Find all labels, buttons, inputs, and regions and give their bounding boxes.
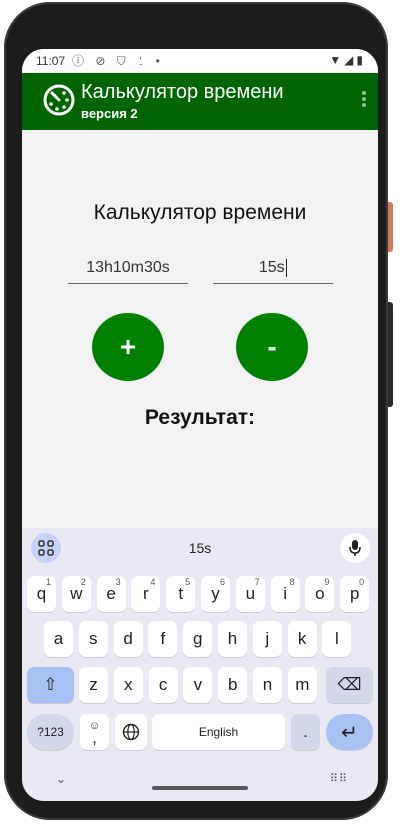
keyboard: 15s q1w2e3r4t5y6u7i8o9p0 asdfghjkl ⇧ ⌫ z…: [22, 528, 378, 801]
key-1[interactable]: x: [113, 667, 143, 703]
key-hint: 5: [185, 577, 191, 587]
globe-icon: [122, 723, 140, 741]
backspace-key[interactable]: ⌫: [326, 667, 373, 703]
status-bar: 11:07 ⓘ ⊘ ⛉ ⍘ • ▼◢▮: [22, 49, 378, 73]
app-subtitle: версия 2: [81, 106, 138, 121]
key-0[interactable]: q1: [27, 576, 56, 612]
key-label: o: [315, 584, 325, 603]
phone-frame: 11:07 ⓘ ⊘ ⛉ ⍘ • ▼◢▮ Калькулятор времени …: [4, 2, 393, 820]
key-hint: 2: [80, 577, 86, 587]
key-3[interactable]: r4: [131, 576, 161, 612]
key-hint: 9: [324, 577, 330, 587]
key-4[interactable]: t5: [166, 576, 196, 612]
key-hint: 7: [254, 577, 260, 587]
key-6[interactable]: j: [252, 621, 282, 657]
key-label: e: [106, 584, 116, 603]
time-input-2[interactable]: 15s: [213, 255, 333, 284]
key-label: y: [211, 584, 220, 603]
key-label: q: [36, 584, 47, 603]
key-hint: 0: [359, 577, 365, 587]
key-8[interactable]: l: [322, 621, 352, 657]
key-label: r: [143, 584, 149, 603]
key-2[interactable]: d: [113, 621, 143, 657]
key-8[interactable]: o9: [305, 576, 335, 612]
key-hint: 3: [115, 577, 121, 587]
shift-key[interactable]: ⇧: [27, 667, 74, 703]
system-icons: ▼◢▮: [329, 53, 366, 67]
key-2[interactable]: c: [148, 667, 178, 703]
key-hint: 8: [289, 577, 295, 587]
page-title: Калькулятор времени: [93, 201, 307, 224]
subtract-button[interactable]: -: [236, 313, 308, 381]
key-6[interactable]: m: [287, 667, 317, 703]
add-button[interactable]: +: [92, 313, 164, 381]
key-6[interactable]: u7: [235, 576, 265, 612]
key-label: i: [283, 584, 287, 603]
key-label: u: [245, 584, 256, 603]
overflow-menu-icon[interactable]: [360, 89, 368, 113]
key-4[interactable]: g: [183, 621, 213, 657]
period-key[interactable]: .: [291, 714, 320, 750]
key-7[interactable]: i8: [270, 576, 300, 612]
time-input-1[interactable]: 13h10m30s: [68, 255, 188, 284]
key-2[interactable]: e3: [96, 576, 126, 612]
hide-keyboard-icon[interactable]: ⌄: [56, 772, 66, 786]
status-time: 11:07: [36, 54, 66, 68]
key-5[interactable]: n: [253, 667, 282, 703]
key-9[interactable]: p0: [340, 576, 370, 612]
symbols-key[interactable]: ?123: [27, 714, 74, 750]
result-label: Результат:: [144, 406, 256, 429]
key-5[interactable]: y6: [201, 576, 230, 612]
key-hint: 4: [150, 577, 156, 587]
key-4[interactable]: b: [218, 667, 248, 703]
comma-label: ,: [92, 728, 97, 747]
notification-icons: ⓘ ⊘ ⛉ ⍘ •: [72, 54, 164, 68]
key-3[interactable]: v: [183, 667, 213, 703]
timer-icon: [43, 84, 75, 116]
screen: 11:07 ⓘ ⊘ ⛉ ⍘ • ▼◢▮ Калькулятор времени …: [22, 49, 378, 801]
suggestion-chip[interactable]: 15s: [22, 540, 378, 556]
time-input-1-value: 13h10m30s: [86, 259, 170, 276]
key-label: p: [349, 584, 360, 603]
keyboard-layout-icon[interactable]: ⠿⠿: [330, 772, 348, 785]
key-0[interactable]: a: [44, 621, 73, 657]
key-1[interactable]: s: [78, 621, 108, 657]
app-title: Калькулятор времени: [81, 81, 284, 103]
key-3[interactable]: f: [148, 621, 178, 657]
emoji-comma-key[interactable]: ☺ ,: [80, 714, 109, 750]
key-0[interactable]: z: [79, 667, 108, 703]
key-hint: 6: [219, 577, 225, 587]
key-label: w: [70, 584, 83, 603]
key-hint: 1: [45, 577, 51, 587]
key-label: t: [178, 584, 184, 603]
text-caret: [285, 258, 288, 277]
key-1[interactable]: w2: [61, 576, 91, 612]
power-button: [388, 202, 393, 252]
app-bar: Калькулятор времени версия 2: [22, 73, 378, 130]
enter-key[interactable]: ↵: [326, 714, 373, 750]
key-5[interactable]: h: [218, 621, 247, 657]
volume-button: [388, 302, 393, 407]
time-input-2-value: 15s: [258, 259, 285, 276]
space-key[interactable]: English: [152, 714, 285, 750]
navigation-handle[interactable]: [152, 786, 248, 790]
key-7[interactable]: k: [287, 621, 317, 657]
globe-key[interactable]: [115, 714, 147, 750]
microphone-icon[interactable]: [340, 533, 370, 563]
